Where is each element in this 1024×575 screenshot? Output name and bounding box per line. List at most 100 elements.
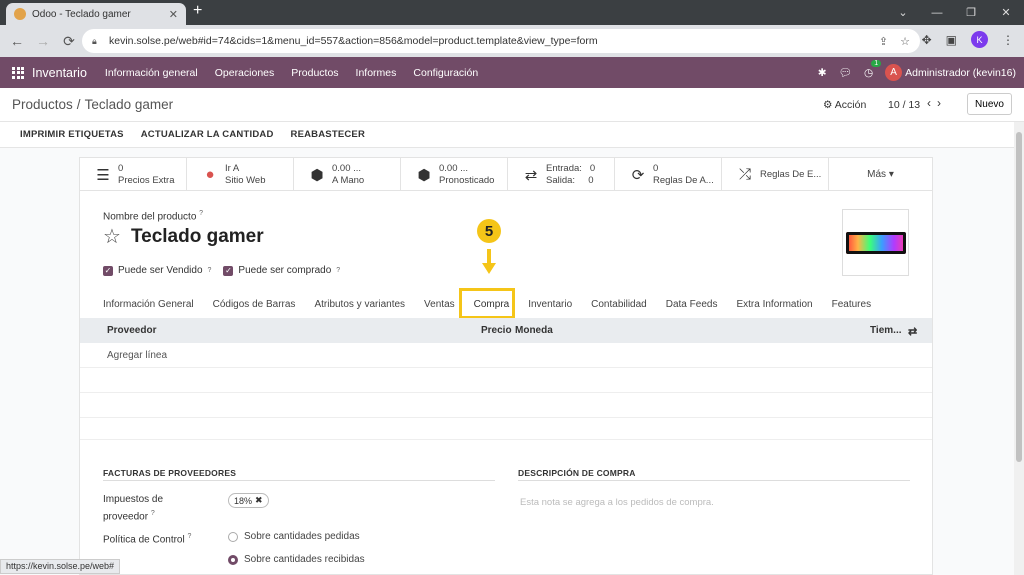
table-row: [80, 368, 932, 393]
tab-inventario[interactable]: Inventario: [528, 294, 572, 316]
tab-contabilidad[interactable]: Contabilidad: [591, 294, 647, 316]
favorite-star-icon[interactable]: ☆: [103, 224, 121, 249]
smart-button-label: Precios Extra: [118, 174, 175, 186]
puzzle-icon[interactable]: ✥: [922, 33, 932, 47]
table-row: [80, 343, 932, 368]
menu-informacion-general[interactable]: Información general: [105, 67, 198, 79]
share-icon[interactable]: ⇪: [879, 35, 888, 48]
chat-icon[interactable]: 💬︎: [839, 66, 852, 79]
highlight-box: [459, 288, 515, 319]
url-input[interactable]: 🔒︎ kevin.solse.pe/web#id=74&cids=1&menu_…: [82, 29, 920, 53]
menu-informes[interactable]: Informes: [356, 67, 397, 79]
print-labels-button[interactable]: IMPRIMIR ETIQUETAS: [20, 129, 124, 140]
tab-features[interactable]: Features: [832, 294, 871, 316]
pager-prev-icon[interactable]: ‹: [927, 96, 937, 110]
minimize-icon[interactable]: —: [920, 0, 954, 25]
close-tab-icon[interactable]: ✕: [169, 8, 178, 21]
smart-button-value: 0: [653, 162, 659, 174]
tab-atributos-variantes[interactable]: Atributos y variantes: [314, 294, 405, 316]
cubes-icon: ⬢: [417, 166, 431, 184]
smart-button-reorder-rules[interactable]: ⟳ 0 Reglas De A...: [615, 158, 722, 191]
new-button[interactable]: Nuevo: [967, 93, 1012, 115]
more-label: Más: [867, 169, 887, 180]
breadcrumb: Productos / Teclado gamer: [12, 97, 174, 112]
browser-tab[interactable]: Odoo - Teclado gamer ✕: [6, 3, 186, 25]
back-icon[interactable]: ←: [4, 28, 30, 54]
close-window-icon[interactable]: ✕: [988, 0, 1024, 25]
table-row: [80, 393, 932, 418]
can-be-purchased-checkbox[interactable]: ✓ Puede ser comprado?: [223, 265, 340, 276]
control-panel: Productos / Teclado gamer ⚙ Acción 10 / 13…: [0, 88, 1024, 122]
activity-icon[interactable]: ◷ 1: [864, 59, 882, 79]
globe-icon: ●: [205, 166, 215, 183]
scrollbar[interactable]: [1014, 122, 1024, 575]
update-quantity-button[interactable]: ACTUALIZAR LA CANTIDAD: [141, 129, 274, 140]
tax-tag[interactable]: 18% ✖: [228, 493, 269, 508]
bug-icon[interactable]: ✱: [818, 67, 827, 79]
column-precio[interactable]: Precio: [481, 325, 512, 336]
menu-operaciones[interactable]: Operaciones: [215, 67, 275, 79]
add-line-link[interactable]: Agregar línea: [107, 350, 167, 361]
smart-button-label: Reglas De E...: [760, 168, 822, 180]
column-proveedor[interactable]: Proveedor: [107, 325, 156, 336]
smart-button-value: 0.00 ...: [332, 162, 362, 174]
product-title-row: ☆ Teclado gamer: [103, 224, 264, 249]
cubes-icon: ⬢: [310, 166, 324, 184]
smart-button-label: Pronosticado: [439, 174, 495, 186]
forward-icon[interactable]: →: [30, 28, 56, 54]
vendor-taxes-label: Impuestos de proveedor ?: [103, 494, 164, 523]
product-image[interactable]: [842, 209, 909, 276]
restore-icon[interactable]: ❐: [954, 0, 988, 25]
breadcrumb-current: Teclado gamer: [84, 97, 174, 112]
apps-grid-icon[interactable]: [12, 66, 24, 79]
smart-button-in-out[interactable]: ⇄ Entrada: 0 Salida: 0: [508, 158, 615, 191]
chevron-down-icon[interactable]: ⌄: [886, 0, 920, 25]
profile-avatar[interactable]: K: [971, 31, 988, 48]
remove-tag-icon[interactable]: ✖: [255, 495, 263, 506]
tab-ventas[interactable]: Ventas: [424, 294, 455, 316]
control-policy-label: Política de Control ?: [103, 533, 192, 546]
action-label: Acción: [834, 99, 867, 111]
pager-value[interactable]: 10 / 13: [888, 99, 920, 111]
tab-data-feeds[interactable]: Data Feeds: [666, 294, 718, 316]
pager-next-icon[interactable]: ›: [937, 96, 947, 110]
tab-codigos-de-barras[interactable]: Códigos de Barras: [213, 294, 296, 316]
column-settings-icon[interactable]: ⇄: [908, 325, 917, 338]
policy-ordered-radio[interactable]: Sobre cantidades pedidas: [228, 531, 360, 542]
user-menu[interactable]: A Administrador (kevin16): [885, 64, 1016, 81]
app-name[interactable]: Inventario: [32, 66, 87, 80]
address-bar: ← → ⟳ 🔒︎ kevin.solse.pe/web#id=74&cids=1…: [0, 25, 1024, 57]
column-moneda[interactable]: Moneda: [515, 325, 553, 336]
lock-icon: 🔒︎: [92, 36, 97, 46]
replenish-button[interactable]: REABASTECER: [291, 129, 366, 140]
tab-informacion-general[interactable]: Información General: [103, 294, 194, 316]
scrollbar-thumb[interactable]: [1016, 132, 1022, 462]
bookmark-star-icon[interactable]: ☆: [900, 35, 910, 48]
breadcrumb-root[interactable]: Productos: [12, 97, 73, 112]
menu-configuracion[interactable]: Configuración: [413, 67, 478, 79]
smart-button-extra-prices[interactable]: ☰ 0 Precios Extra: [80, 158, 187, 191]
reload-icon[interactable]: ⟳: [56, 28, 82, 54]
sidepanel-icon[interactable]: ▣: [946, 33, 957, 47]
smart-buttons: ☰ 0 Precios Extra ● Ir A Sitio Web ⬢ 0.00 …: [80, 158, 932, 191]
product-name-field[interactable]: Teclado gamer: [131, 226, 264, 248]
more-button[interactable]: Más ▾: [829, 158, 932, 191]
radio-on-icon: [228, 554, 238, 565]
smart-button-website[interactable]: ● Ir A Sitio Web: [187, 158, 294, 191]
policy-received-radio[interactable]: Sobre cantidades recibidas: [228, 554, 365, 565]
smart-button-value: 0.00 ...: [439, 162, 469, 174]
smart-button-forecasted[interactable]: ⬢ 0.00 ... Pronosticado: [401, 158, 508, 191]
smart-button-value: 0: [118, 162, 124, 174]
action-menu[interactable]: ⚙ Acción: [823, 99, 866, 111]
smart-button-rules[interactable]: ⤮ Reglas De E...: [722, 158, 829, 191]
purchase-description-field[interactable]: Esta nota se agrega a los pedidos de com…: [520, 497, 714, 508]
odoo-navbar: Inventario Información general Operacion…: [0, 57, 1024, 88]
new-tab-icon[interactable]: +: [193, 2, 202, 20]
smart-button-on-hand[interactable]: ⬢ 0.00 ... A Mano: [294, 158, 401, 191]
tab-extra-information[interactable]: Extra Information: [736, 294, 812, 316]
can-be-sold-label: Puede ser Vendido: [118, 265, 203, 276]
menu-productos[interactable]: Productos: [291, 67, 338, 79]
can-be-sold-checkbox[interactable]: ✓ Puede ser Vendido?: [103, 265, 211, 276]
column-tiempo[interactable]: Tiem...: [870, 325, 902, 336]
kebab-menu-icon[interactable]: ⋮: [1002, 33, 1014, 47]
